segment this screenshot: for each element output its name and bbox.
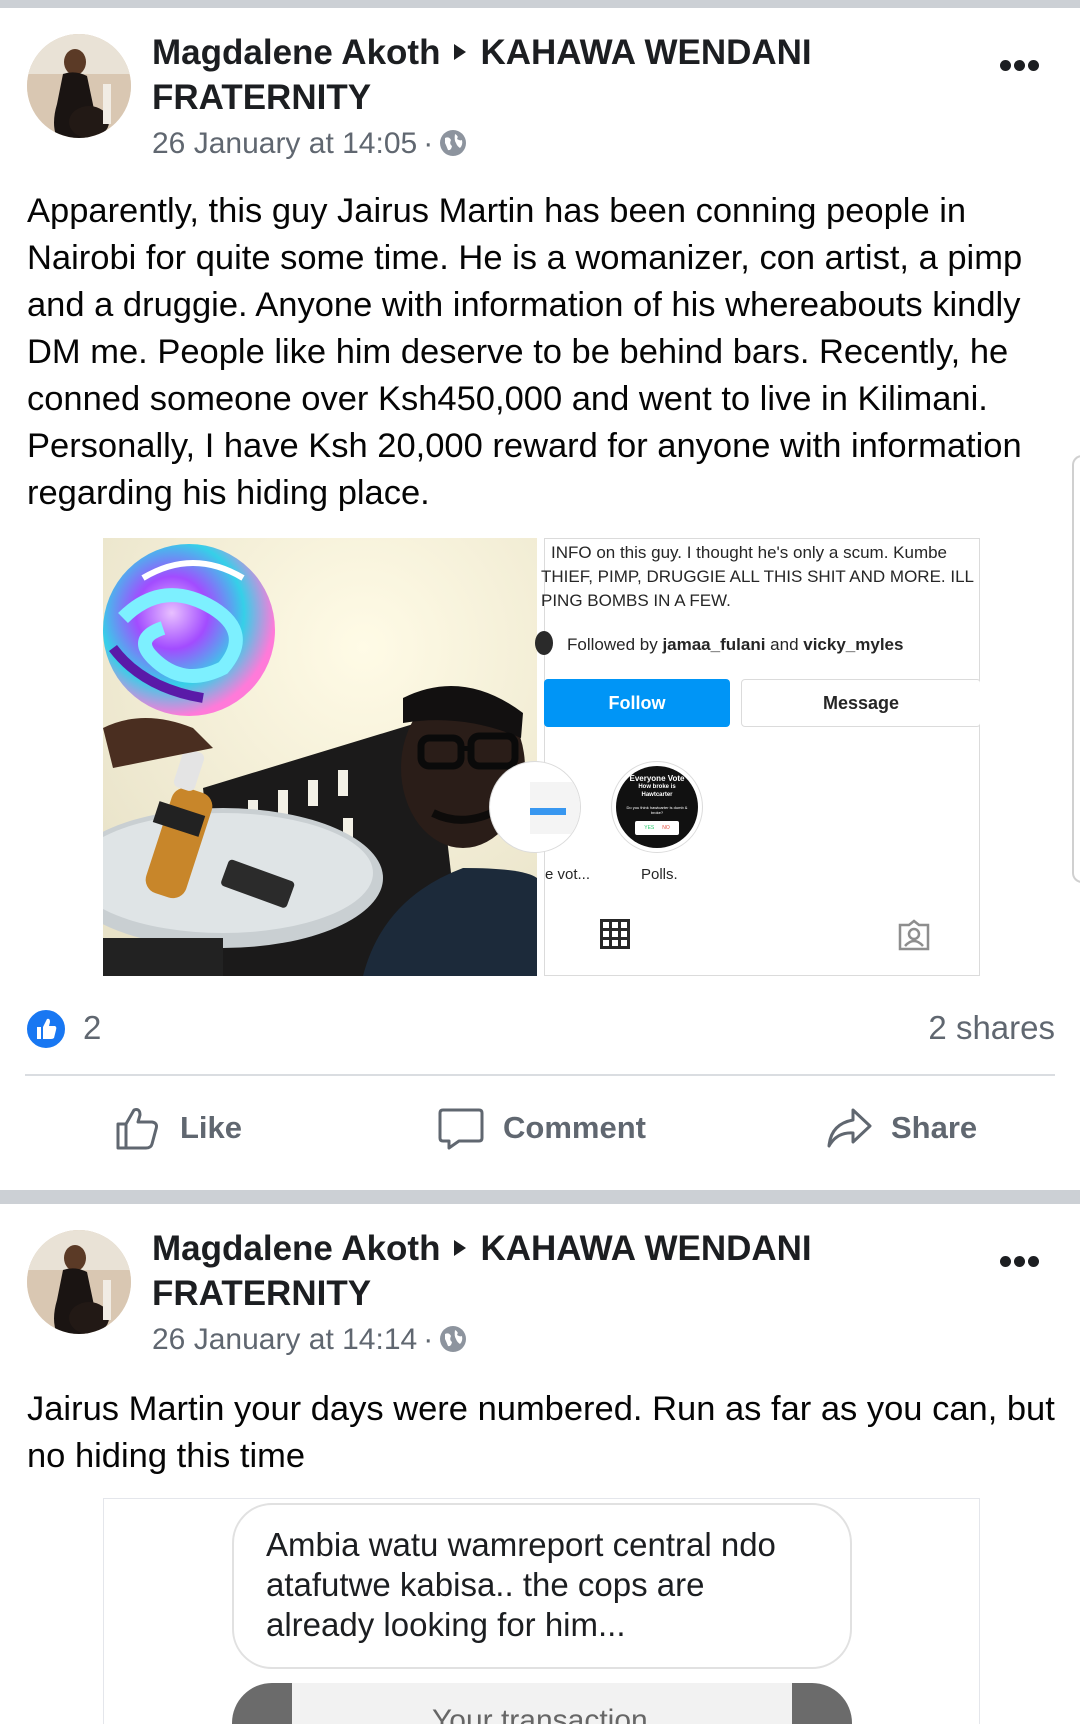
- follower-avatar: [535, 631, 553, 655]
- meta-separator: ·: [423, 1323, 434, 1356]
- comment-icon: [438, 1108, 484, 1150]
- grid-icon[interactable]: [600, 919, 630, 949]
- avatar[interactable]: [27, 34, 131, 138]
- scroll-indicator[interactable]: [1072, 455, 1080, 883]
- poll-yes: YES: [644, 825, 655, 831]
- arrow-right-icon: [454, 43, 467, 60]
- avatar[interactable]: [27, 1230, 131, 1334]
- arrow-right-icon: [454, 1239, 467, 1256]
- followed-prefix: Followed by: [567, 635, 663, 654]
- author-name[interactable]: Magdalene Akoth: [152, 33, 440, 72]
- poll-subtitle: How broke is Hawtcarter: [638, 784, 676, 798]
- followed-user-2[interactable]: vicky_myles: [803, 635, 903, 654]
- more-options-icon[interactable]: [1000, 58, 1048, 72]
- globe-icon: [440, 130, 467, 157]
- post-header-title: Magdalene Akoth KAHAWA WENDANI FRATERNITY: [152, 30, 852, 120]
- share-count[interactable]: 2 shares: [928, 1006, 1055, 1050]
- more-options-icon[interactable]: [1000, 1254, 1048, 1268]
- like-button[interactable]: Like: [114, 1100, 242, 1156]
- post-image[interactable]: Ambia watu wamreport central ndo atafutw…: [103, 1498, 980, 1724]
- meta-separator: ·: [423, 127, 434, 160]
- thumbs-up-icon: [116, 1108, 158, 1150]
- post-meta: 26 January at 14:14 ·: [152, 1322, 467, 1358]
- poll-title: Everyone Vote: [629, 774, 685, 783]
- ig-message-button[interactable]: Message: [741, 679, 980, 727]
- post-meta: 26 January at 14:05 ·: [152, 126, 467, 162]
- ig-bio-line-3: PING BOMBS IN A FEW.: [541, 591, 731, 610]
- comment-button[interactable]: Comment: [437, 1100, 646, 1156]
- post-text: Jairus Martin your days were numbered. R…: [27, 1390, 1055, 1475]
- poll-no: NO: [662, 825, 670, 831]
- reaction-count[interactable]: 2: [83, 1006, 101, 1050]
- comment-label: Comment: [503, 1110, 646, 1145]
- chat-message: Ambia watu wamreport central ndo atafutw…: [266, 1526, 776, 1643]
- author-name[interactable]: Magdalene Akoth: [152, 1229, 440, 1268]
- feed-separator: [0, 1190, 1080, 1204]
- ig-highlight-1-label: e vot...: [545, 866, 591, 883]
- instagram-screenshot: INFO on this guy. I thought he's only a …: [489, 538, 980, 976]
- post-header-title: Magdalene Akoth KAHAWA WENDANI FRATERNITY: [152, 1226, 852, 1316]
- poll-question: Do you think hawtcarter is dumb & broke?: [626, 805, 688, 815]
- chat-partial-text: Your transaction: [432, 1704, 648, 1724]
- ig-highlight-2[interactable]: Everyone Vote How broke is Hawtcarter Do…: [611, 761, 703, 853]
- post-1: Magdalene Akoth KAHAWA WENDANI FRATERNITY…: [0, 8, 1080, 1190]
- reactions-bar: 2 2 shares: [25, 1006, 1055, 1050]
- followed-and: and: [765, 635, 804, 654]
- ig-highlight-1[interactable]: [489, 761, 581, 853]
- share-icon: [827, 1108, 872, 1148]
- tagged-icon[interactable]: [897, 919, 931, 951]
- ig-highlight-2-label: Polls.: [641, 866, 678, 883]
- ig-followed-by: Followed by jamaa_fulani and vicky_myles: [567, 633, 903, 657]
- post-text: Apparently, this guy Jairus Martin has b…: [27, 192, 1023, 512]
- post-timestamp[interactable]: 26 January at 14:05: [152, 127, 417, 160]
- post-image[interactable]: INFO on this guy. I thought he's only a …: [103, 538, 980, 976]
- followed-user-1[interactable]: jamaa_fulani: [662, 635, 765, 654]
- share-button[interactable]: Share: [825, 1100, 977, 1156]
- globe-icon: [440, 1326, 467, 1353]
- feed-separator: [0, 0, 1080, 8]
- post-2: Magdalene Akoth KAHAWA WENDANI FRATERNITY…: [0, 1204, 1080, 1724]
- selfie-photo: [103, 538, 537, 976]
- like-reaction-icon[interactable]: [25, 1008, 67, 1050]
- chat-bubble-partial: Your transaction: [232, 1683, 852, 1724]
- share-label: Share: [891, 1110, 978, 1145]
- ig-follow-button[interactable]: Follow: [544, 679, 730, 727]
- action-divider: [25, 1074, 1055, 1076]
- like-label: Like: [180, 1110, 243, 1145]
- ig-bio-line-1: INFO on this guy. I thought he's only a …: [551, 543, 948, 562]
- post-timestamp[interactable]: 26 January at 14:14: [152, 1323, 417, 1356]
- ig-bio-line-2: THIEF, PIMP, DRUGGIE ALL THIS SHIT AND M…: [541, 567, 974, 586]
